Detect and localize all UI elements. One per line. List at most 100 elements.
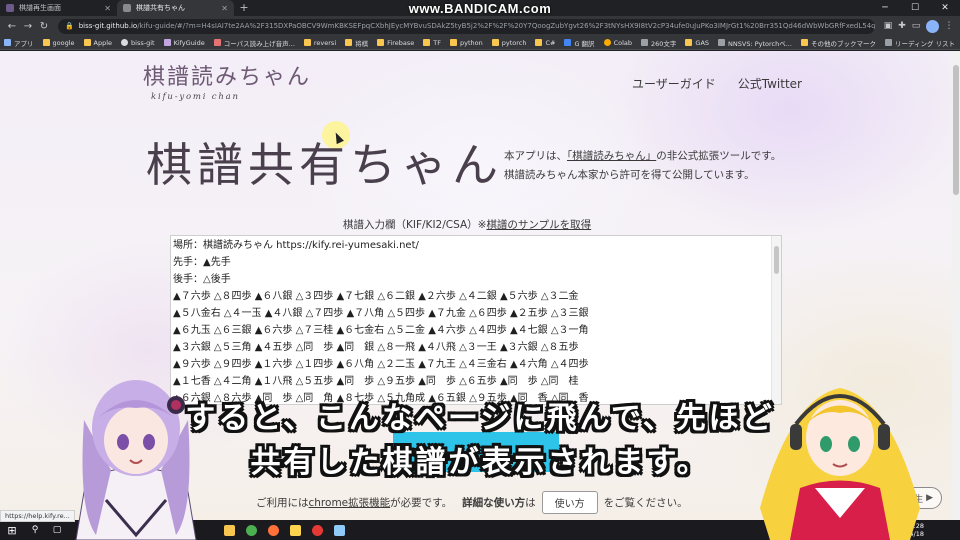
bookmark-item[interactable]: G 翻訳 [564, 38, 595, 48]
kifu-line: ▲５八金右 △４一玉 ▲４八銀 △７四歩 ▲７八角 △５四歩 ▲７九金 △６四歩… [173, 308, 589, 319]
nav-user-guide[interactable]: ユーザーガイド [632, 75, 716, 92]
bookmark-item[interactable]: reversi [303, 39, 336, 47]
taskbar-app[interactable] [328, 520, 350, 540]
window-controls: ─ ☐ ✕ [870, 0, 960, 16]
bookmark-item[interactable]: C# [535, 39, 555, 47]
bookmark-item[interactable]: Firebase [377, 39, 414, 47]
tab-title: 棋譜再生画面 [19, 4, 61, 12]
tab-title: 棋譜共有ちゃん [136, 4, 185, 12]
kifu-line: 場所：棋譜読みちゃん https://kify.rei-yumesaki.net… [173, 240, 419, 251]
reload-icon[interactable]: ↻ [36, 21, 52, 32]
minimize-icon[interactable]: ─ [870, 0, 900, 16]
url-path: /kifu-guide/#/?m=H4sIAI7te2AA%2F315DXPaO… [137, 22, 875, 30]
kifu-line: ▲６九玉 △６三銀 ▲６六歩 △７三桂 ▲６七金右 △５二金 ▲４六歩 △４四歩… [173, 325, 589, 336]
bookmark-item[interactable]: GAS [685, 39, 709, 47]
folder-icon [83, 39, 91, 46]
bookmark-item[interactable]: 将棋 [345, 38, 368, 48]
translate-icon [564, 39, 572, 46]
yukari-character-image [75, 380, 197, 540]
bookmarks-bar: アプリ google Apple biss-git KifyGuide コーパス… [0, 36, 960, 50]
apps-icon [4, 39, 11, 46]
back-icon[interactable]: ← [4, 21, 20, 32]
folder-icon [42, 39, 50, 46]
kifu-text: 場所：棋譜読みちゃん https://kify.rei-yumesaki.net… [171, 236, 781, 404]
tablet-icon[interactable]: ▭ [909, 21, 923, 31]
top-nav: ユーザーガイド 公式Twitter [632, 75, 824, 92]
close-icon[interactable]: ✕ [104, 4, 111, 13]
taskbar-record[interactable] [306, 520, 328, 540]
bookmark-item[interactable]: pytorch [491, 39, 526, 47]
close-window-icon[interactable]: ✕ [930, 0, 960, 16]
tab-strip: 棋譜再生画面 ✕ 棋譜共有ちゃん ✕ + ─ ☐ ✕ [0, 0, 960, 16]
kifu-input-label: 棋譜入力欄（KIF/KI2/CSA）※棋譜のサンプルを取得 [343, 219, 592, 231]
extension-icon[interactable]: ▣ [881, 21, 895, 31]
bookmark-other[interactable]: その他のブックマーク [800, 38, 876, 48]
folder-icon [491, 39, 499, 46]
menu-icon[interactable]: ⋮ [942, 21, 956, 31]
bookmark-item[interactable]: python [449, 39, 483, 47]
note-icon [289, 524, 301, 536]
bookmark-item[interactable]: アプリ [4, 38, 34, 48]
bookmark-item[interactable]: KifyGuide [163, 39, 205, 47]
page-icon [163, 39, 171, 46]
kifu-textarea[interactable]: 場所：棋譜読みちゃん https://kify.rei-yumesaki.net… [170, 235, 782, 405]
taskbar-firefox[interactable] [262, 520, 284, 540]
tab-kifu-share[interactable]: 棋譜共有ちゃん ✕ [117, 0, 234, 16]
reading-list[interactable]: リーディング リスト [884, 38, 955, 48]
browser-toolbar: ← → ↻ 🔒 biss-git.github.io /kifu-guide/#… [0, 16, 960, 36]
folder-icon [377, 39, 385, 46]
bookmark-item[interactable]: google [42, 39, 75, 47]
colab-icon [603, 39, 611, 46]
bookmark-item[interactable]: コーパス読み上げ音声... [213, 38, 295, 48]
folder-icon [800, 39, 808, 46]
maximize-icon[interactable]: ☐ [900, 0, 930, 16]
chrome-extension-link[interactable]: chrome拡張機能 [309, 495, 391, 510]
taskbar-sticky[interactable] [284, 520, 306, 540]
logo-subtitle: kifu-yomi chan [151, 92, 240, 102]
taskbar-explorer[interactable] [218, 520, 240, 540]
puzzle-icon[interactable]: ✚ [895, 21, 909, 31]
kifu-line: ▲１七香 △４二角 ▲１八飛 △５五歩 ▲同 歩 △９五歩 ▲同 歩 △６五歩 … [173, 376, 579, 387]
address-bar[interactable]: 🔒 biss-git.github.io /kifu-guide/#/?m=H4… [58, 18, 875, 34]
folder-icon [423, 39, 431, 46]
github-icon [121, 39, 129, 46]
site-logo[interactable]: 棋譜読みちゃん kifu-yomi chan [143, 59, 313, 102]
profile-avatar[interactable] [926, 19, 939, 33]
app-icon [333, 524, 345, 536]
chrome-icon [245, 524, 257, 536]
url-host: biss-git.github.io [78, 22, 138, 30]
task-view-icon[interactable]: ▢ [46, 525, 68, 535]
folder-icon [223, 524, 235, 536]
tab-favicon [6, 4, 14, 12]
taskbar-chrome[interactable] [240, 520, 262, 540]
tab-favicon [123, 4, 131, 12]
new-tab-button[interactable]: + [234, 0, 254, 16]
folder-icon [685, 39, 693, 46]
scroll-thumb[interactable] [774, 246, 779, 274]
nav-official-twitter[interactable]: 公式Twitter [738, 75, 802, 92]
kifuyomi-link[interactable]: 「棋譜読みちゃん」 [567, 150, 656, 162]
lock-icon: 🔒 [65, 22, 74, 30]
bookmark-item[interactable]: TF [423, 39, 441, 47]
kifu-line: ▲９六歩 △９四歩 ▲１六歩 △１四歩 ▲６八角 △２二玉 ▲７九王 △４三金右… [173, 359, 589, 370]
bookmark-item[interactable]: Apple [83, 39, 112, 47]
sample-kifu-link[interactable]: 棋譜のサンプルを取得 [486, 219, 591, 231]
reading-list-icon [884, 39, 892, 46]
page-scroll-thumb[interactable] [953, 65, 959, 195]
kifu-line: 先手：▲先手 [173, 257, 231, 268]
kifu-line: ▲３六銀 △５三角 ▲４五歩 △同 歩 ▲同 銀 △８一飛 ▲４八飛 △３一王 … [173, 342, 579, 353]
page-icon [641, 39, 648, 46]
forward-icon[interactable]: → [20, 21, 36, 32]
search-icon[interactable]: ⚲ [24, 525, 46, 535]
tsukuyomi-character-image [760, 388, 920, 540]
logo-title: 棋譜読みちゃん [143, 65, 312, 90]
bookmark-item[interactable]: Colab [603, 39, 632, 47]
status-bar-url: https://help.kify.re... [0, 510, 75, 522]
close-icon[interactable]: ✕ [221, 4, 228, 13]
bookmark-item[interactable]: 260文字 [641, 38, 676, 48]
tab-kifu-player[interactable]: 棋譜再生画面 ✕ [0, 0, 117, 16]
bookmark-item[interactable]: NNSVS: Pytorchベ... [718, 38, 792, 48]
bookmark-item[interactable]: biss-git [121, 39, 155, 47]
how-to-button[interactable]: 使い方 [541, 491, 598, 514]
windows-start-icon[interactable]: ⊞ [0, 524, 24, 537]
